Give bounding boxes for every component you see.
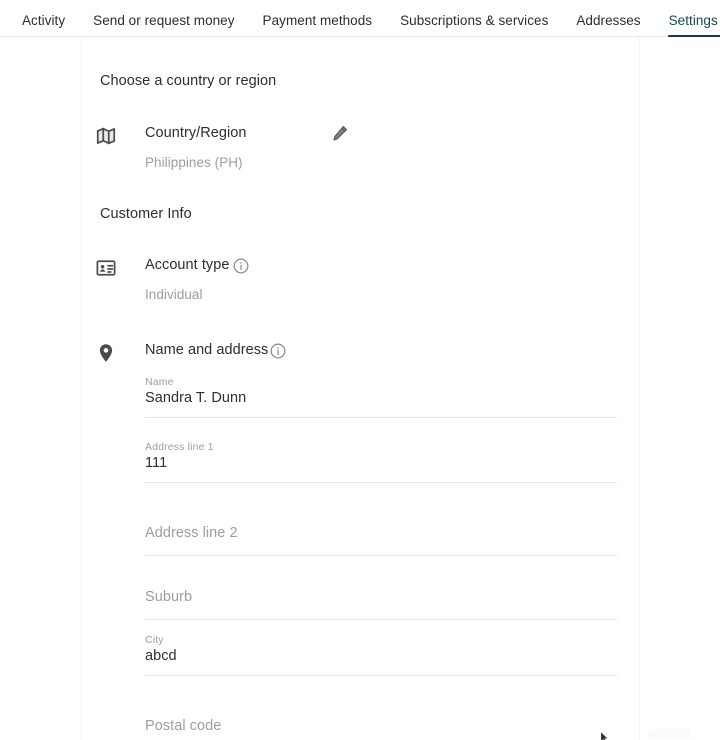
tab-activity[interactable]: Activity	[8, 13, 79, 37]
info-icon[interactable]	[232, 257, 250, 275]
map-pin-icon	[95, 342, 117, 364]
address-line-1-underline	[145, 482, 617, 483]
country-region-label: Country/Region	[145, 125, 247, 141]
pencil-icon[interactable]	[331, 124, 349, 142]
tab-payment-methods[interactable]: Payment methods	[249, 13, 387, 37]
account-type-value: Individual	[145, 287, 203, 302]
section-title-customer-info: Customer Info	[100, 206, 192, 222]
overlay-smudge	[648, 729, 690, 739]
address-line-2-underline	[145, 555, 617, 556]
address-line-2-field[interactable]: Address line 2	[145, 514, 617, 560]
tab-send-or-request-money[interactable]: Send or request money	[79, 13, 248, 37]
address-line-2-placeholder: Address line 2	[145, 525, 238, 541]
name-field-underline	[145, 417, 617, 418]
tab-addresses[interactable]: Addresses	[562, 13, 654, 37]
city-underline	[145, 675, 617, 676]
city-value: abcd	[145, 648, 177, 664]
map-icon	[95, 125, 117, 147]
account-type-label: Account type	[145, 257, 230, 273]
id-card-icon	[95, 257, 117, 279]
name-field-value: Sandra T. Dunn	[145, 390, 247, 406]
name-field[interactable]: Name Sandra T. Dunn	[145, 376, 617, 422]
mouse-cursor-icon	[600, 732, 609, 740]
postal-code-field[interactable]: Postal code	[145, 707, 617, 740]
settings-content: Choose a country or region Country/Regio…	[81, 37, 639, 740]
account-type-row[interactable]: Account type Individual	[81, 257, 639, 309]
city-field[interactable]: City abcd	[145, 634, 617, 680]
postal-code-placeholder: Postal code	[145, 718, 222, 734]
section-title-country: Choose a country or region	[100, 73, 277, 89]
country-region-row[interactable]: Country/Region Philippines (PH)	[81, 125, 639, 177]
city-label: City	[145, 634, 164, 646]
country-region-value: Philippines (PH)	[145, 155, 243, 170]
info-icon[interactable]	[269, 342, 287, 360]
address-line-1-label: Address line 1	[145, 441, 214, 453]
tab-settings[interactable]: Settings	[655, 13, 720, 37]
address-line-1-value: 111	[145, 455, 168, 471]
settings-page: Choose a country or region Country/Regio…	[0, 37, 720, 740]
name-and-address-row: Name and address	[81, 342, 639, 366]
right-divider	[639, 37, 640, 740]
suburb-field[interactable]: Suburb	[145, 578, 617, 624]
address-line-1-field[interactable]: Address line 1 111	[145, 441, 617, 487]
primary-navigation: Activity Send or request money Payment m…	[0, 0, 720, 37]
name-field-label: Name	[145, 376, 174, 388]
suburb-placeholder: Suburb	[145, 589, 193, 605]
suburb-underline	[145, 619, 617, 620]
tab-subscriptions-services[interactable]: Subscriptions & services	[386, 13, 562, 37]
name-and-address-label: Name and address	[145, 342, 269, 358]
